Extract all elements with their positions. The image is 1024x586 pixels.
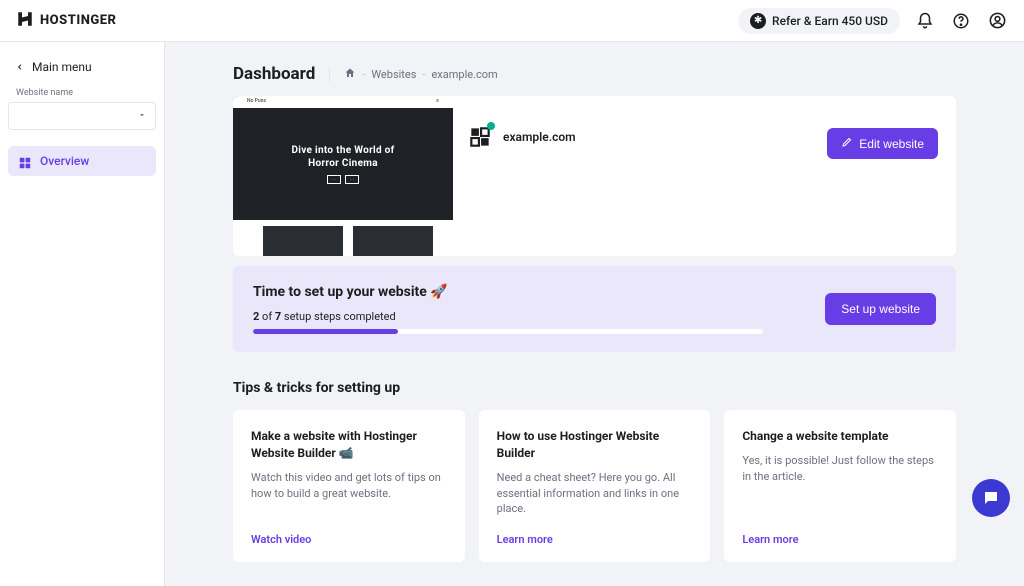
setup-progress-fill — [253, 329, 398, 334]
brand-text: HOSTINGER — [40, 13, 116, 28]
setup-title: Time to set up your website 🚀 — [253, 284, 811, 300]
tip-link[interactable]: Learn more — [742, 517, 938, 546]
mini-thumb — [353, 226, 433, 256]
tip-link[interactable]: Watch video — [251, 517, 447, 546]
account-icon[interactable] — [986, 10, 1008, 32]
sidebar: Main menu Website name Overview — [0, 42, 165, 586]
back-label: Main menu — [32, 60, 92, 74]
edit-website-label: Edit website — [859, 137, 924, 151]
chevron-down-icon — [137, 109, 147, 124]
breadcrumb-site[interactable]: example.com — [431, 68, 497, 81]
chat-launcher-button[interactable] — [972, 479, 1010, 517]
chevron-left-icon — [16, 60, 24, 74]
tips-grid: Make a website with Hostinger Website Bu… — [233, 410, 956, 562]
header-actions: ✱ Refer & Earn 450 USD — [738, 8, 1008, 34]
page-header: Dashboard - Websites - example.com — [233, 64, 956, 84]
breadcrumb-sep: - — [422, 68, 425, 81]
setup-banner: Time to set up your website 🚀 2 of 7 set… — [233, 266, 956, 352]
logo-mark-icon — [16, 10, 34, 32]
tip-title: Change a website template — [742, 428, 938, 445]
tip-title: Make a website with Hostinger Website Bu… — [251, 428, 447, 462]
setup-progress-bar — [253, 329, 763, 334]
tip-desc: Yes, it is possible! Just follow the ste… — [742, 453, 938, 485]
grid-icon — [18, 156, 32, 166]
website-select-dropdown[interactable] — [8, 102, 156, 130]
content-area: Dashboard - Websites - example.com No Pu… — [165, 42, 1024, 586]
page-title: Dashboard — [233, 64, 315, 84]
discount-icon: ✱ — [750, 13, 766, 29]
sidebar-item-overview[interactable]: Overview — [8, 146, 156, 176]
notifications-icon[interactable] — [914, 10, 936, 32]
sidebar-item-label: Overview — [40, 154, 89, 168]
tips-heading: Tips & tricks for setting up — [233, 380, 956, 396]
tip-desc: Watch this video and get lots of tips on… — [251, 470, 447, 502]
help-icon[interactable] — [950, 10, 972, 32]
home-icon[interactable] — [344, 67, 356, 82]
back-to-main-menu[interactable]: Main menu — [8, 54, 156, 88]
tip-desc: Need a cheat sheet? Here you go. All ess… — [497, 470, 693, 518]
website-select-label: Website name — [8, 88, 156, 102]
breadcrumb-websites[interactable]: Websites — [371, 68, 416, 81]
site-info: example.com Edit website — [453, 96, 938, 159]
main-layout: Main menu Website name Overview Dashboar… — [0, 42, 1024, 586]
tip-card: Make a website with Hostinger Website Bu… — [233, 410, 465, 562]
top-header: HOSTINGER ✱ Refer & Earn 450 USD — [0, 0, 1024, 42]
tip-link[interactable]: Learn more — [497, 517, 693, 546]
pencil-icon — [841, 136, 853, 151]
breadcrumb-sep: - — [362, 68, 365, 81]
tip-card: How to use Hostinger Website Builder Nee… — [479, 410, 711, 562]
site-preview-thumbnail[interactable]: No Puns≡ Dive into the World of Horror C… — [233, 96, 453, 220]
refer-earn-label: Refer & Earn 450 USD — [772, 14, 888, 28]
mini-thumb — [263, 226, 343, 256]
tip-title: How to use Hostinger Website Builder — [497, 428, 693, 462]
refer-earn-button[interactable]: ✱ Refer & Earn 450 USD — [738, 8, 900, 34]
edit-website-button[interactable]: Edit website — [827, 128, 938, 159]
site-builder-icon — [467, 124, 493, 150]
site-preview-card: No Puns≡ Dive into the World of Horror C… — [233, 96, 956, 256]
setup-progress-text: 2 of 7 setup steps completed — [253, 310, 811, 323]
set-up-website-button[interactable]: Set up website — [825, 293, 936, 325]
site-name: example.com — [503, 130, 576, 144]
breadcrumb: - Websites - example.com — [329, 67, 497, 82]
tip-card: Change a website template Yes, it is pos… — [724, 410, 956, 562]
brand-logo[interactable]: HOSTINGER — [16, 10, 116, 32]
preview-strip — [263, 226, 453, 256]
